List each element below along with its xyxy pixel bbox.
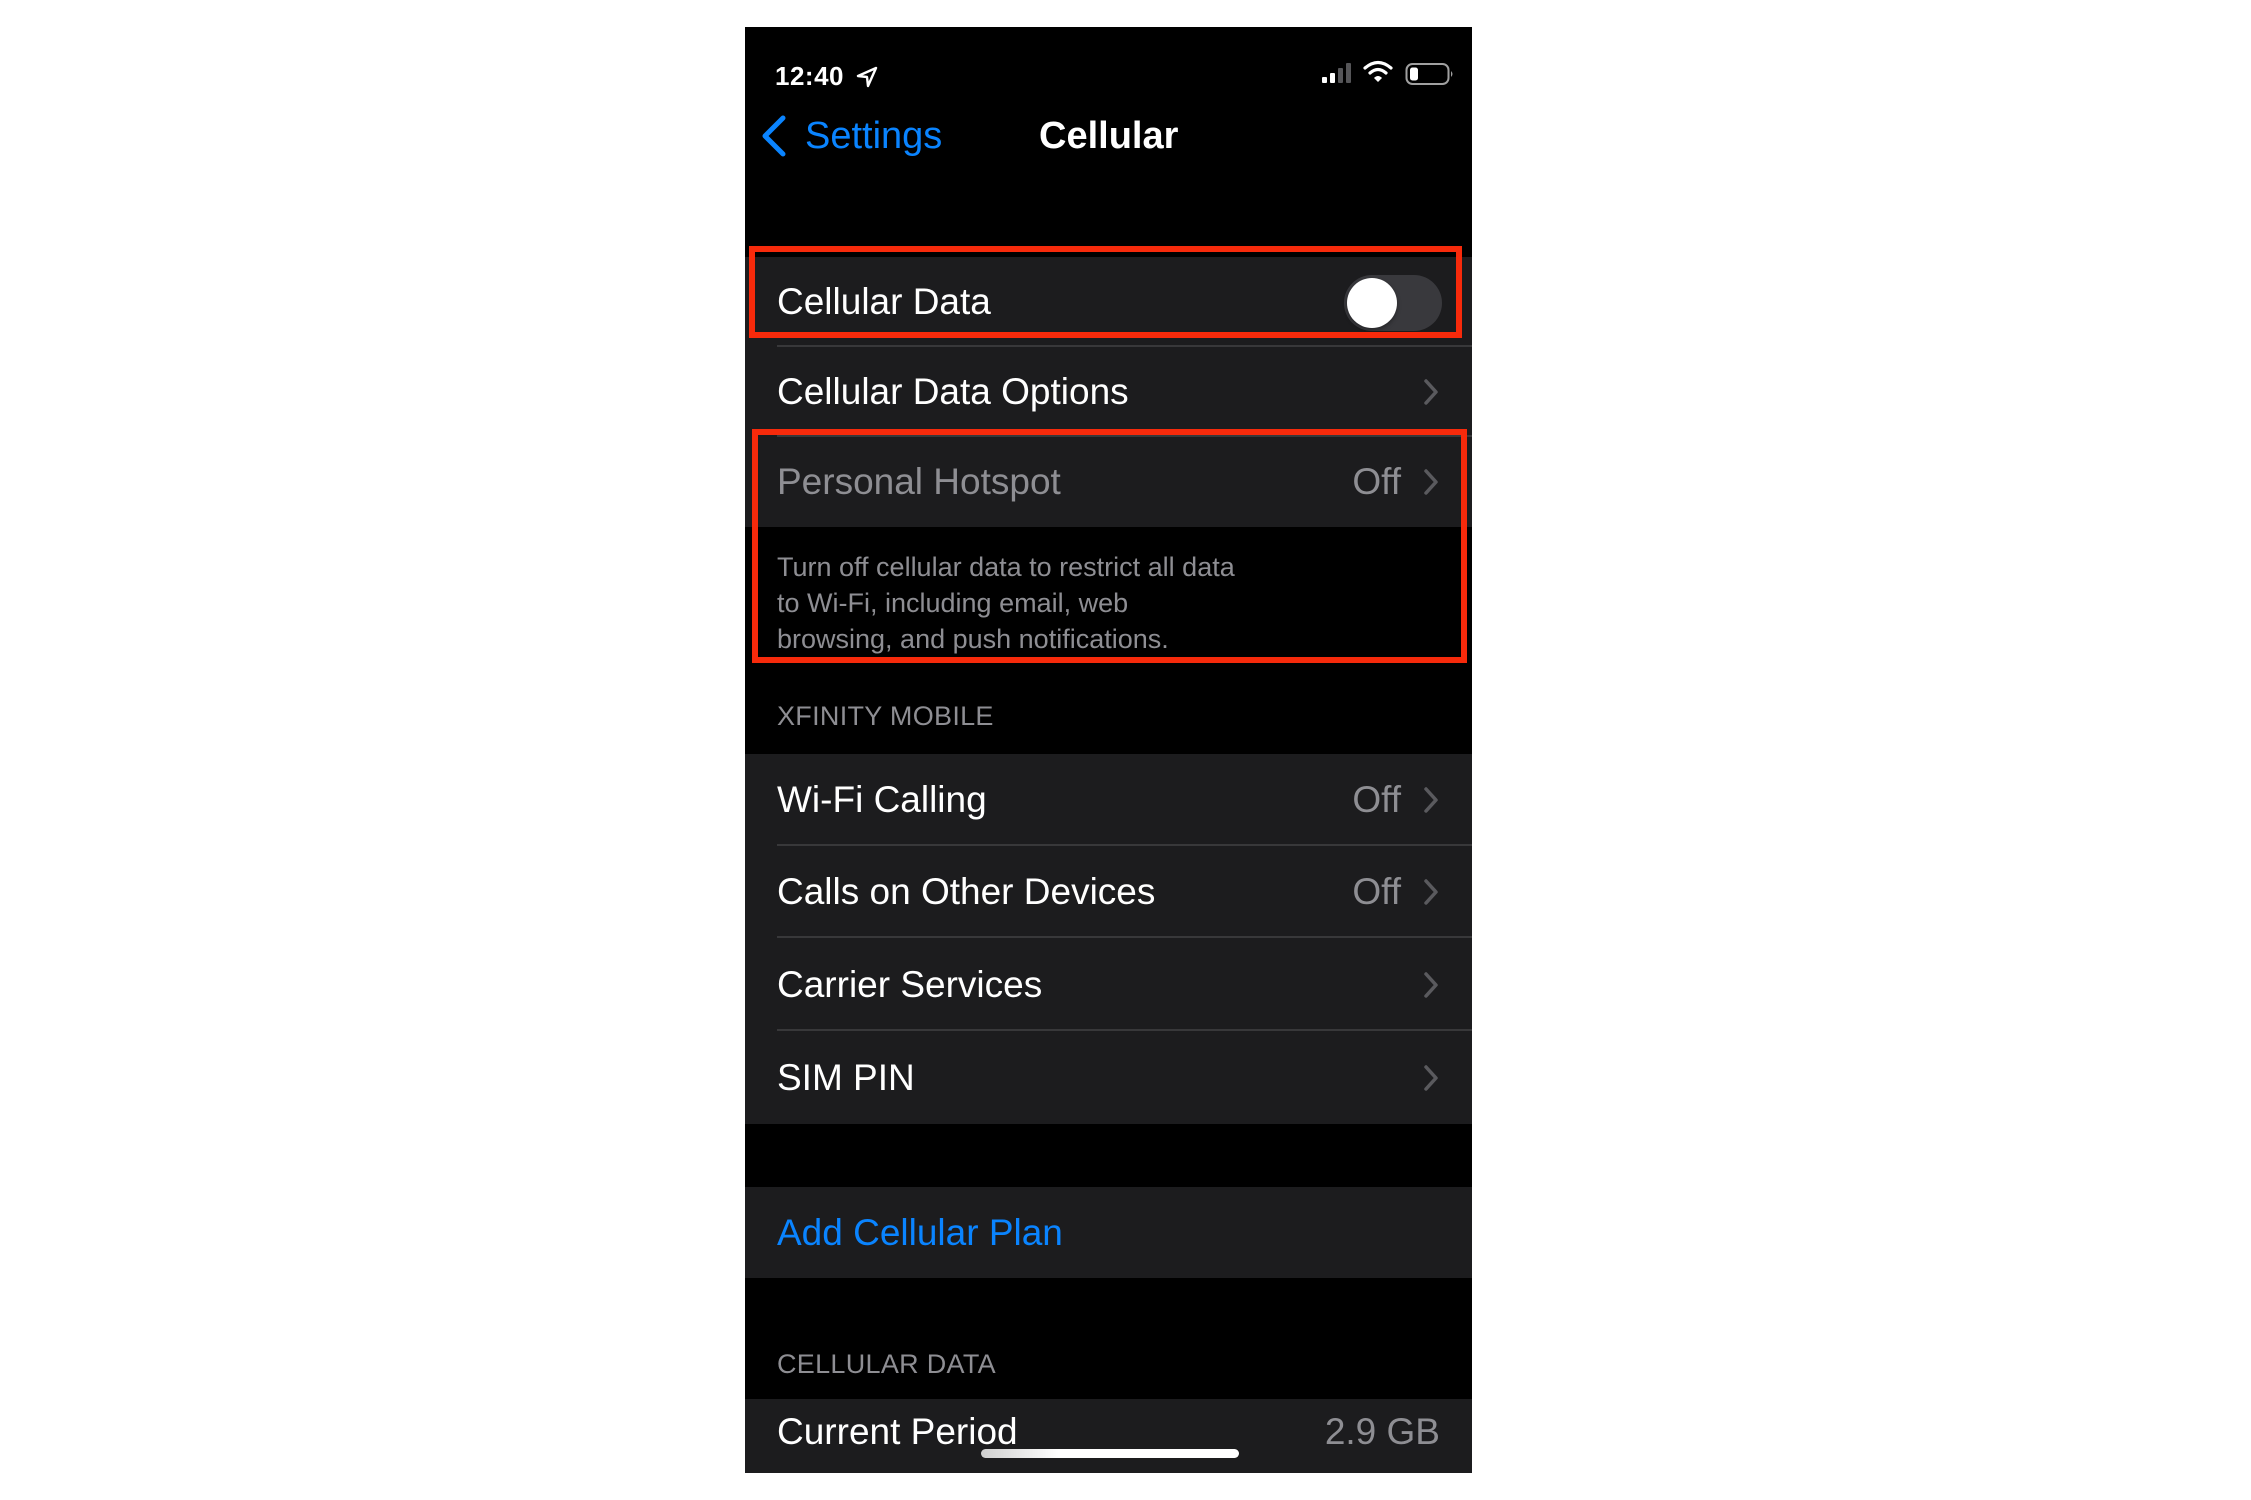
chevron-right-icon: [1424, 1064, 1438, 1091]
current-period-row: Current Period 2.9 GB: [745, 1399, 1472, 1473]
row-label: Cellular Data Options: [777, 371, 1129, 412]
usage-group: Current Period 2.9 GB: [745, 1399, 1472, 1473]
carrier-group: Wi-Fi Calling Off Calls on Other Devices…: [745, 754, 1472, 1124]
battery-icon: [1405, 63, 1453, 85]
row-label: Calls on Other Devices: [777, 871, 1156, 912]
sim-pin-row[interactable]: SIM PIN: [745, 1031, 1472, 1124]
row-value: Off: [1352, 871, 1401, 912]
cellular-signal-icon: [1322, 63, 1351, 83]
chevron-right-icon: [1424, 469, 1438, 495]
row-value: 2.9 GB: [1324, 1411, 1440, 1452]
cellular-data-row: Cellular Data: [745, 257, 1472, 347]
chevron-right-icon: [1424, 379, 1438, 405]
section-header-usage: CELLULAR DATA: [777, 1349, 996, 1379]
row-label: Current Period: [777, 1411, 1018, 1452]
row-label: Wi-Fi Calling: [777, 779, 987, 820]
row-label: Cellular Data: [777, 281, 991, 322]
personal-hotspot-row[interactable]: Personal Hotspot Off: [745, 437, 1472, 527]
row-value: Off: [1352, 461, 1401, 502]
location-arrow-icon: [856, 66, 878, 88]
wifi-icon: [1363, 60, 1393, 82]
phone-screen: 12:40 Settings Cellular Cellular Data Ce…: [745, 27, 1472, 1473]
carrier-services-row[interactable]: Carrier Services: [745, 938, 1472, 1031]
back-label: Settings: [805, 115, 943, 157]
cellular-data-footer: Turn off cellular data to restrict all d…: [777, 552, 1235, 654]
row-label: Personal Hotspot: [777, 461, 1061, 502]
plan-group: Add Cellular Plan: [745, 1187, 1472, 1278]
back-button[interactable]: Settings: [759, 111, 942, 161]
status-time: 12:40: [775, 61, 844, 91]
row-label: Add Cellular Plan: [777, 1211, 1063, 1253]
cellular-data-toggle[interactable]: [1344, 275, 1442, 331]
cellular-data-options-row[interactable]: Cellular Data Options: [745, 347, 1472, 437]
row-value: Off: [1352, 779, 1401, 820]
row-label: SIM PIN: [777, 1056, 915, 1098]
home-indicator[interactable]: [981, 1449, 1239, 1458]
row-label: Carrier Services: [777, 963, 1043, 1005]
page-title: Cellular: [1039, 115, 1179, 157]
chevron-left-icon: [762, 115, 786, 157]
calls-on-other-devices-row[interactable]: Calls on Other Devices Off: [745, 846, 1472, 938]
toggle-knob: [1347, 278, 1397, 328]
chevron-right-icon: [1424, 787, 1438, 813]
cellular-main-group: Cellular Data Cellular Data Options Pers…: [745, 257, 1472, 527]
section-header-carrier: XFINITY MOBILE: [777, 701, 994, 731]
add-cellular-plan-button[interactable]: Add Cellular Plan: [745, 1187, 1472, 1278]
wifi-calling-row[interactable]: Wi-Fi Calling Off: [745, 754, 1472, 846]
chevron-right-icon: [1424, 879, 1438, 905]
chevron-right-icon: [1424, 971, 1438, 998]
